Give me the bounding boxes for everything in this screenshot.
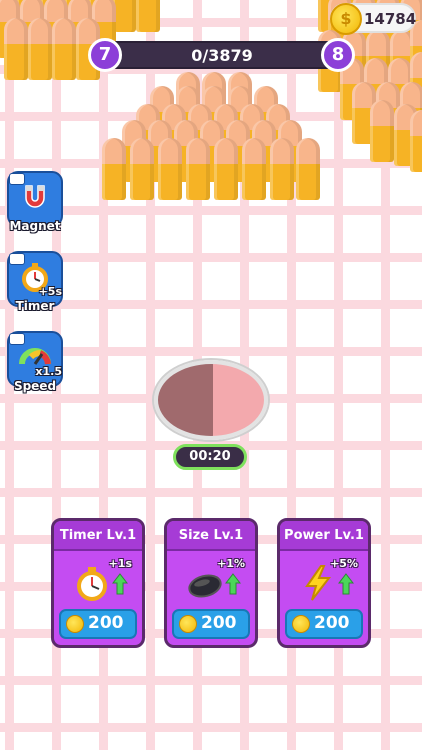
upgrade-buy-button[interactable]: 200 xyxy=(172,609,250,639)
power-upgrade-card[interactable]: Power Lv.1 +5% 200 xyxy=(277,518,371,648)
arrow-up-icon xyxy=(112,573,128,595)
speed-powerup-button[interactable]: x1.5 Speed xyxy=(7,331,63,393)
bullet xyxy=(370,100,394,162)
upgrade-title: Timer Lv.1 xyxy=(54,521,142,551)
timer-upgrade-card[interactable]: Timer Lv.1 +1s 200 xyxy=(51,518,145,648)
bullet xyxy=(270,138,294,200)
bullet xyxy=(136,0,160,32)
progress-count: 0/3879 xyxy=(191,46,253,65)
bullet xyxy=(214,138,238,200)
powerup-bonus: +5s xyxy=(38,285,62,298)
upgrade-price: 200 xyxy=(201,613,237,633)
current-level-badge: 7 xyxy=(88,38,122,72)
bullet xyxy=(410,110,422,172)
coin-icon xyxy=(179,615,197,633)
upgrade-price: 200 xyxy=(314,613,350,633)
upgrade-buy-button[interactable]: 200 xyxy=(59,609,137,639)
coin-icon xyxy=(292,615,310,633)
coin-counter: $ 14784 xyxy=(330,3,417,35)
upgrade-title: Power Lv.1 xyxy=(280,521,368,551)
arrow-up-icon xyxy=(338,573,354,595)
level-progress-bar: 0/3879 xyxy=(102,41,342,69)
bullet xyxy=(242,138,266,200)
powerup-label: Timer xyxy=(15,299,55,313)
upgrade-price: 200 xyxy=(88,613,124,633)
bullet xyxy=(130,138,154,200)
bullet xyxy=(52,18,76,80)
upgrade-bonus: +1% xyxy=(217,557,245,570)
bullet xyxy=(186,138,210,200)
timer-powerup-button[interactable]: +5s Timer xyxy=(7,251,63,313)
bullet xyxy=(4,18,28,80)
bullet xyxy=(102,138,126,200)
upgrade-buy-button[interactable]: 200 xyxy=(285,609,363,639)
bullet xyxy=(296,138,320,200)
coin-icon xyxy=(66,615,84,633)
bullet xyxy=(158,138,182,200)
bullet xyxy=(28,18,52,80)
coin-icon: $ xyxy=(330,3,362,35)
powerup-label: Speed xyxy=(13,379,57,393)
player-hole[interactable] xyxy=(154,360,268,440)
magnet-powerup-button[interactable]: Magnet xyxy=(7,171,63,233)
upgrade-title: Size Lv.1 xyxy=(167,521,255,551)
stopwatch-icon xyxy=(77,567,107,601)
coin-count: 14784 xyxy=(364,10,417,28)
upgrade-bonus: +5% xyxy=(330,557,358,570)
upgrade-bonus: +1s xyxy=(108,557,132,570)
powerup-label: Magnet xyxy=(9,219,61,233)
magnet-icon xyxy=(25,185,45,208)
round-timer: 00:20 xyxy=(173,444,247,470)
size-upgrade-card[interactable]: Size Lv.1 +1% 200 xyxy=(164,518,258,648)
arrow-up-icon xyxy=(225,573,241,595)
next-level-badge: 8 xyxy=(321,38,355,72)
powerup-bonus: x1.5 xyxy=(35,365,62,378)
